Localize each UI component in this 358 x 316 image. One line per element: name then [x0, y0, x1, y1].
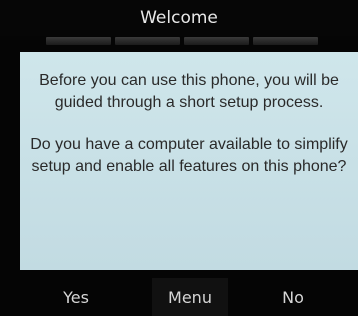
menu-softkey[interactable]: Menu [152, 278, 228, 316]
progress-segment [46, 37, 111, 45]
title-bar: Welcome [0, 0, 358, 36]
phone-screen: Welcome Before you can use this phone, y… [0, 0, 358, 316]
computer-question-text: Do you have a computer available to simp… [30, 136, 348, 175]
yes-softkey-label: Yes [63, 287, 89, 307]
yes-softkey[interactable]: Yes [0, 278, 152, 316]
progress-segment [253, 37, 318, 45]
progress-segment [184, 37, 249, 45]
setup-dialog: Before you can use this phone, you will … [20, 52, 358, 270]
softkey-bar: Yes Menu No [0, 278, 358, 316]
menu-softkey-label: Menu [168, 287, 212, 307]
progress-segment [115, 37, 180, 45]
no-softkey-label: No [282, 287, 304, 307]
screen-title: Welcome [140, 8, 218, 28]
no-softkey[interactable]: No [228, 278, 358, 316]
setup-intro-text: Before you can use this phone, you will … [39, 72, 339, 111]
setup-progress-indicator [46, 37, 318, 45]
